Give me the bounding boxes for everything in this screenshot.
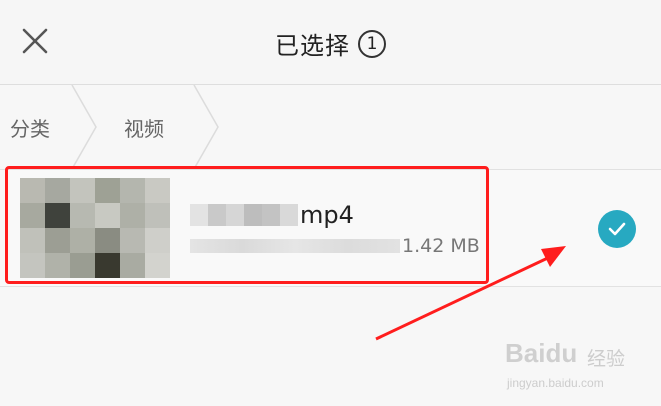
breadcrumb-separator-icon	[71, 85, 97, 169]
watermark-brand: Baidu	[505, 338, 578, 368]
selected-count-badge: 1	[358, 29, 386, 58]
baidu-watermark: Baidu 经验 jingyan.baidu.com	[505, 338, 655, 398]
watermark-brand-cn: 经验	[587, 348, 626, 370]
red-highlight-box	[5, 166, 489, 284]
breadcrumb-item-video[interactable]: 视频	[124, 85, 164, 169]
top-bar: 已选择 1	[0, 0, 661, 85]
breadcrumb: 分类 视频	[0, 85, 661, 170]
watermark-url: jingyan.baidu.com	[507, 376, 604, 390]
breadcrumb-item-category[interactable]: 分类	[10, 85, 50, 169]
selected-checkbox[interactable]	[598, 210, 636, 248]
page-title: 已选择	[275, 32, 350, 60]
breadcrumb-separator-icon	[193, 85, 219, 169]
check-icon	[608, 222, 626, 236]
header-title-group: 已选择 1	[0, 26, 661, 61]
